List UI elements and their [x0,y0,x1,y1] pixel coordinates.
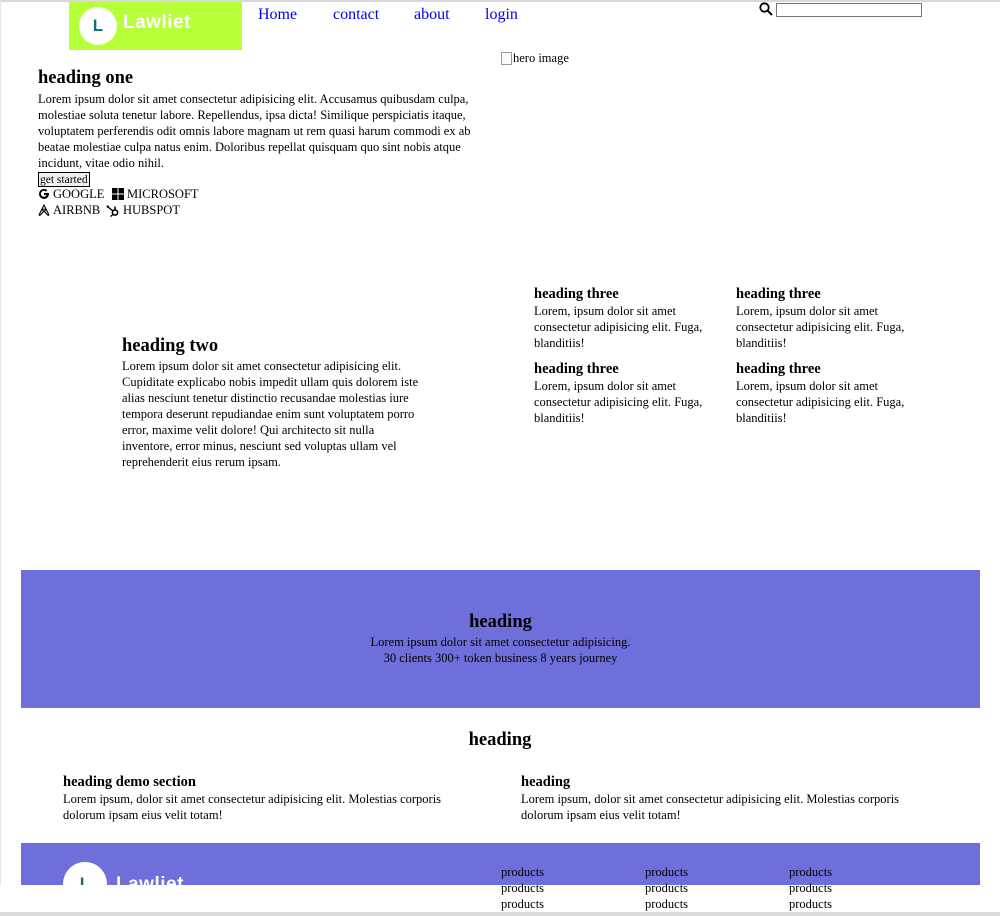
feature-title: heading three [534,286,619,302]
footer-link-products[interactable]: products [501,896,544,912]
feature-card: heading three Lorem, ipsum dolor sit ame… [736,361,926,426]
search-input[interactable] [776,3,922,17]
demo-column-text: Lorem ipsum, dolor sit amet consectetur … [521,792,900,822]
airbnb-icon [38,204,50,216]
feature-card: heading three Lorem, ipsum dolor sit ame… [534,361,724,426]
feature-text: Lorem, ipsum dolor sit amet consectetur … [736,379,905,425]
footer-link-products[interactable]: products [789,896,832,912]
brand-hubspot: HUBSPOT [106,202,180,218]
nav-link-home[interactable]: Home [258,6,297,24]
stats-banner: heading Lorem ipsum dolor sit amet conse… [21,570,980,708]
broken-image-icon [501,52,512,65]
google-icon [39,188,49,199]
logo[interactable]: L Lawliet [69,2,242,50]
microsoft-icon [112,188,124,200]
footer-link-products[interactable]: products [645,896,688,912]
window-bottom-border [0,912,1000,916]
footer-link-products[interactable]: products [645,864,688,880]
section-two-text: Lorem ipsum dolor sit amet consectetur a… [122,359,419,469]
nav-link-about[interactable]: about [414,6,450,24]
brand-microsoft: MICROSOFT [112,186,199,202]
brand-label-microsoft: MICROSOFT [127,187,199,201]
demo-column-title: heading [521,774,571,790]
demo-column-text: Lorem ipsum, dolor sit amet consectetur … [63,792,442,822]
section-four-heading: heading [468,730,532,750]
feature-title: heading three [736,286,821,302]
feature-text: Lorem, ipsum dolor sit amet consectetur … [736,304,905,350]
feature-text: Lorem, ipsum dolor sit amet consectetur … [534,379,703,425]
banner-stats: 30 clients 300+ token business 8 years j… [383,651,618,665]
footer-link-products[interactable]: products [501,864,544,880]
footer-link-products[interactable]: products [789,880,832,896]
logo-text: Lawliet [123,12,191,33]
hero-text: Lorem ipsum dolor sit amet consectetur a… [38,92,471,170]
nav-link-contact[interactable]: contact [333,6,379,24]
get-started-button[interactable]: get started [38,172,90,187]
demo-column: heading Lorem ipsum, dolor sit amet cons… [521,774,941,823]
banner-heading: heading [469,612,532,632]
feature-title: heading three [534,361,619,377]
logo-mark: L [79,7,117,45]
brand-label-airbnb: AIRBNB [53,203,101,217]
hero-heading: heading one [38,68,134,88]
brand-label-hubspot: HUBSPOT [123,203,180,217]
footer-link-products[interactable]: products [789,864,832,880]
footer-overflow-area [0,885,1000,912]
window-left-border [0,0,1,916]
feature-text: Lorem, ipsum dolor sit amet consectetur … [534,304,703,350]
search-icon[interactable] [759,2,773,16]
footer-column: products products products [645,864,688,912]
footer-link-products[interactable]: products [501,880,544,896]
footer-column: products products products [789,864,832,912]
banner-tagline: Lorem ipsum dolor sit amet consectetur a… [370,635,631,649]
hero-image: hero image [501,51,569,66]
demo-column: heading demo section Lorem ipsum, dolor … [63,774,483,823]
brand-airbnb: AIRBNB [38,202,100,218]
feature-card: heading three Lorem, ipsum dolor sit ame… [534,286,724,351]
footer-column: products products products [501,864,544,912]
feature-card: heading three Lorem, ipsum dolor sit ame… [736,286,926,351]
hero-image-alt: hero image [513,51,569,65]
feature-title: heading three [736,361,821,377]
brand-label-google: GOOGLE [53,187,105,201]
nav-link-login[interactable]: login [485,6,518,24]
demo-column-title: heading demo section [63,774,196,790]
section-two-heading: heading two [122,336,219,356]
brand-google: GOOGLE [38,186,104,202]
hubspot-icon [106,204,119,217]
footer-link-products[interactable]: products [645,880,688,896]
